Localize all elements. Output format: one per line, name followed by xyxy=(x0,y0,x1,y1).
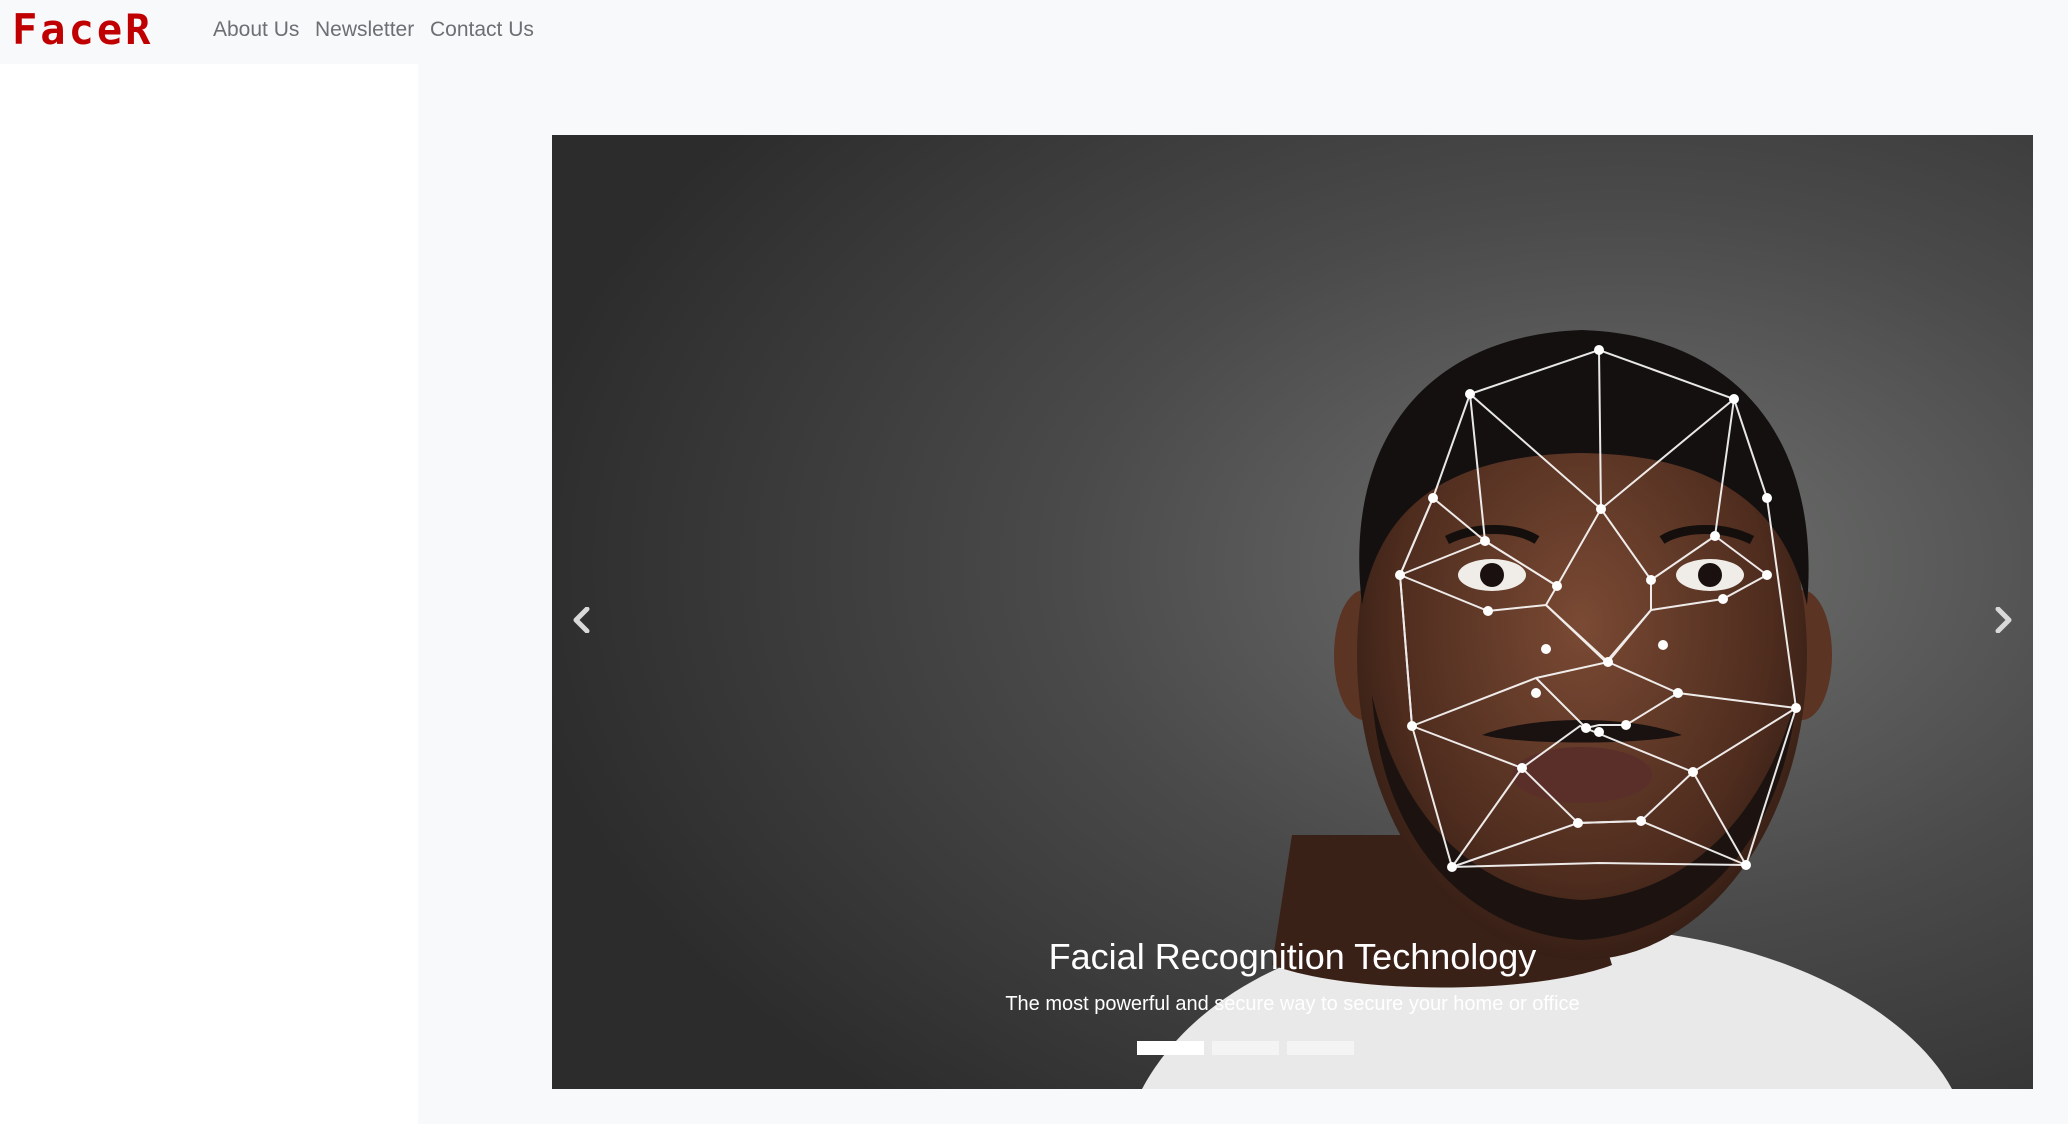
chevron-left-icon xyxy=(573,607,590,633)
nav-link-newsletter[interactable]: Newsletter xyxy=(315,18,414,42)
carousel-indicators xyxy=(1137,1041,1354,1055)
carousel-caption-text: The most powerful and secure way to secu… xyxy=(1005,993,1580,1015)
nav-link-about-us[interactable]: About Us xyxy=(213,18,299,42)
carousel-caption-title: Facial Recognition Technology xyxy=(1048,936,1537,977)
navbar: FaceR About Us Newsletter Contact Us xyxy=(0,0,2068,64)
carousel-prev-button[interactable] xyxy=(552,590,612,650)
carousel-indicator-3[interactable] xyxy=(1287,1041,1354,1055)
svg-text:FaceR: FaceR xyxy=(12,10,153,50)
carousel-indicator-1[interactable] xyxy=(1137,1041,1204,1055)
carousel-indicator-2[interactable] xyxy=(1212,1041,1279,1055)
hero-carousel[interactable]: Facial Recognition Technology The most p… xyxy=(552,135,2033,1089)
chevron-right-icon xyxy=(1995,607,2012,633)
brand-logo[interactable]: FaceR xyxy=(12,10,190,50)
sidebar xyxy=(0,64,418,1124)
carousel-next-button[interactable] xyxy=(1973,590,2033,650)
nav-link-contact-us[interactable]: Contact Us xyxy=(430,18,534,42)
